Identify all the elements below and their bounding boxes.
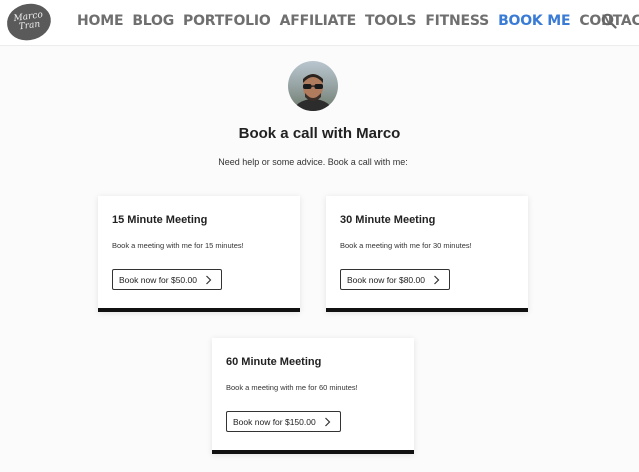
nav-item-book-me[interactable]: BOOK ME — [498, 13, 570, 29]
card-description: Book a meeting with me for 30 minutes! — [340, 241, 472, 250]
site-logo[interactable]: Marco Tran — [4, 1, 54, 43]
logo-line-2: Tran — [18, 19, 41, 33]
chevron-right-icon — [206, 275, 212, 284]
nav-item-home[interactable]: HOME — [77, 13, 124, 29]
search-button[interactable] — [601, 13, 619, 31]
page-title: Book a call with Marco — [238, 125, 401, 142]
chevron-right-icon — [434, 275, 440, 284]
book-now-button-30[interactable]: Book now for $80.00 — [340, 269, 450, 290]
nav-item-affiliate[interactable]: AFFILIATE — [280, 13, 357, 29]
card-description: Book a meeting with me for 60 minutes! — [226, 383, 358, 392]
nav-item-tools[interactable]: TOOLS — [365, 13, 417, 29]
book-button-label: Book now for $50.00 — [119, 274, 197, 285]
meeting-card-15: 15 Minute Meeting Book a meeting with me… — [98, 196, 300, 312]
nav-item-fitness[interactable]: FITNESS — [425, 13, 489, 29]
book-now-button-15[interactable]: Book now for $50.00 — [112, 269, 222, 290]
card-title: 30 Minute Meeting — [340, 214, 436, 226]
book-now-button-60[interactable]: Book now for $150.00 — [226, 411, 341, 432]
nav-item-portfolio[interactable]: PORTFOLIO — [183, 13, 271, 29]
card-title: 60 Minute Meeting — [226, 356, 322, 368]
card-title: 15 Minute Meeting — [112, 214, 208, 226]
book-button-label: Book now for $150.00 — [233, 416, 316, 427]
main-nav: HOME BLOG PORTFOLIO AFFILIATE TOOLS FITN… — [77, 13, 639, 29]
profile-avatar — [288, 61, 338, 111]
chevron-right-icon — [324, 417, 331, 426]
nav-item-blog[interactable]: BLOG — [132, 13, 174, 29]
top-navigation-bar: Marco Tran HOME BLOG PORTFOLIO AFFILIATE… — [0, 0, 639, 46]
meeting-card-60: 60 Minute Meeting Book a meeting with me… — [212, 338, 414, 454]
meeting-card-30: 30 Minute Meeting Book a meeting with me… — [326, 196, 528, 312]
book-button-label: Book now for $80.00 — [347, 274, 425, 285]
card-description: Book a meeting with me for 15 minutes! — [112, 241, 244, 250]
search-icon — [601, 13, 617, 29]
page-subtitle: Need help or some advice. Book a call wi… — [218, 157, 408, 167]
